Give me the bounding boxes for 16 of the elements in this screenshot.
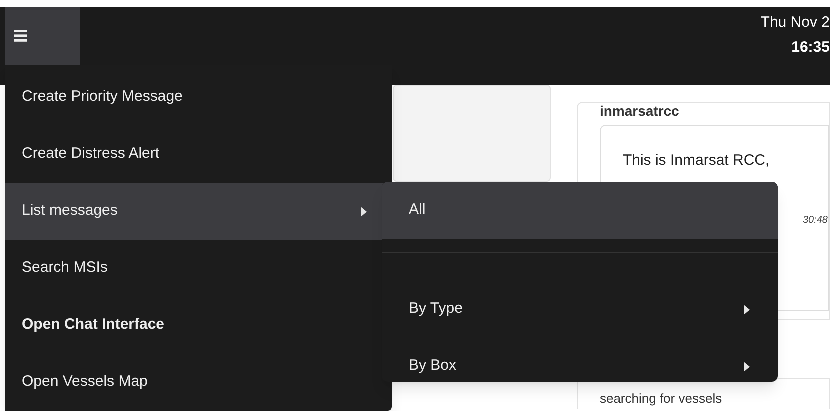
caret-icon (744, 362, 750, 372)
message-text: This is Inmarsat RCC, (622, 151, 771, 171)
message-time: 30:48 (802, 214, 828, 228)
sender-name: inmarsatrcc (600, 103, 680, 119)
header-time: 16:35 (792, 38, 830, 58)
submenu-item[interactable]: By Box (382, 338, 778, 382)
header-date: Thu Nov 2 (760, 13, 830, 33)
menu-button[interactable] (5, 7, 80, 65)
menu-item[interactable]: Create Priority Message (5, 69, 392, 126)
submenu-item[interactable]: By Type (382, 281, 778, 338)
caret-icon (361, 206, 367, 216)
submenu-item[interactable]: All (382, 182, 778, 239)
message-text: searching for vessels (600, 390, 724, 408)
menu-icon (14, 30, 27, 42)
menu-item[interactable]: Create Distress Alert (5, 126, 392, 183)
caret-icon (744, 304, 750, 314)
